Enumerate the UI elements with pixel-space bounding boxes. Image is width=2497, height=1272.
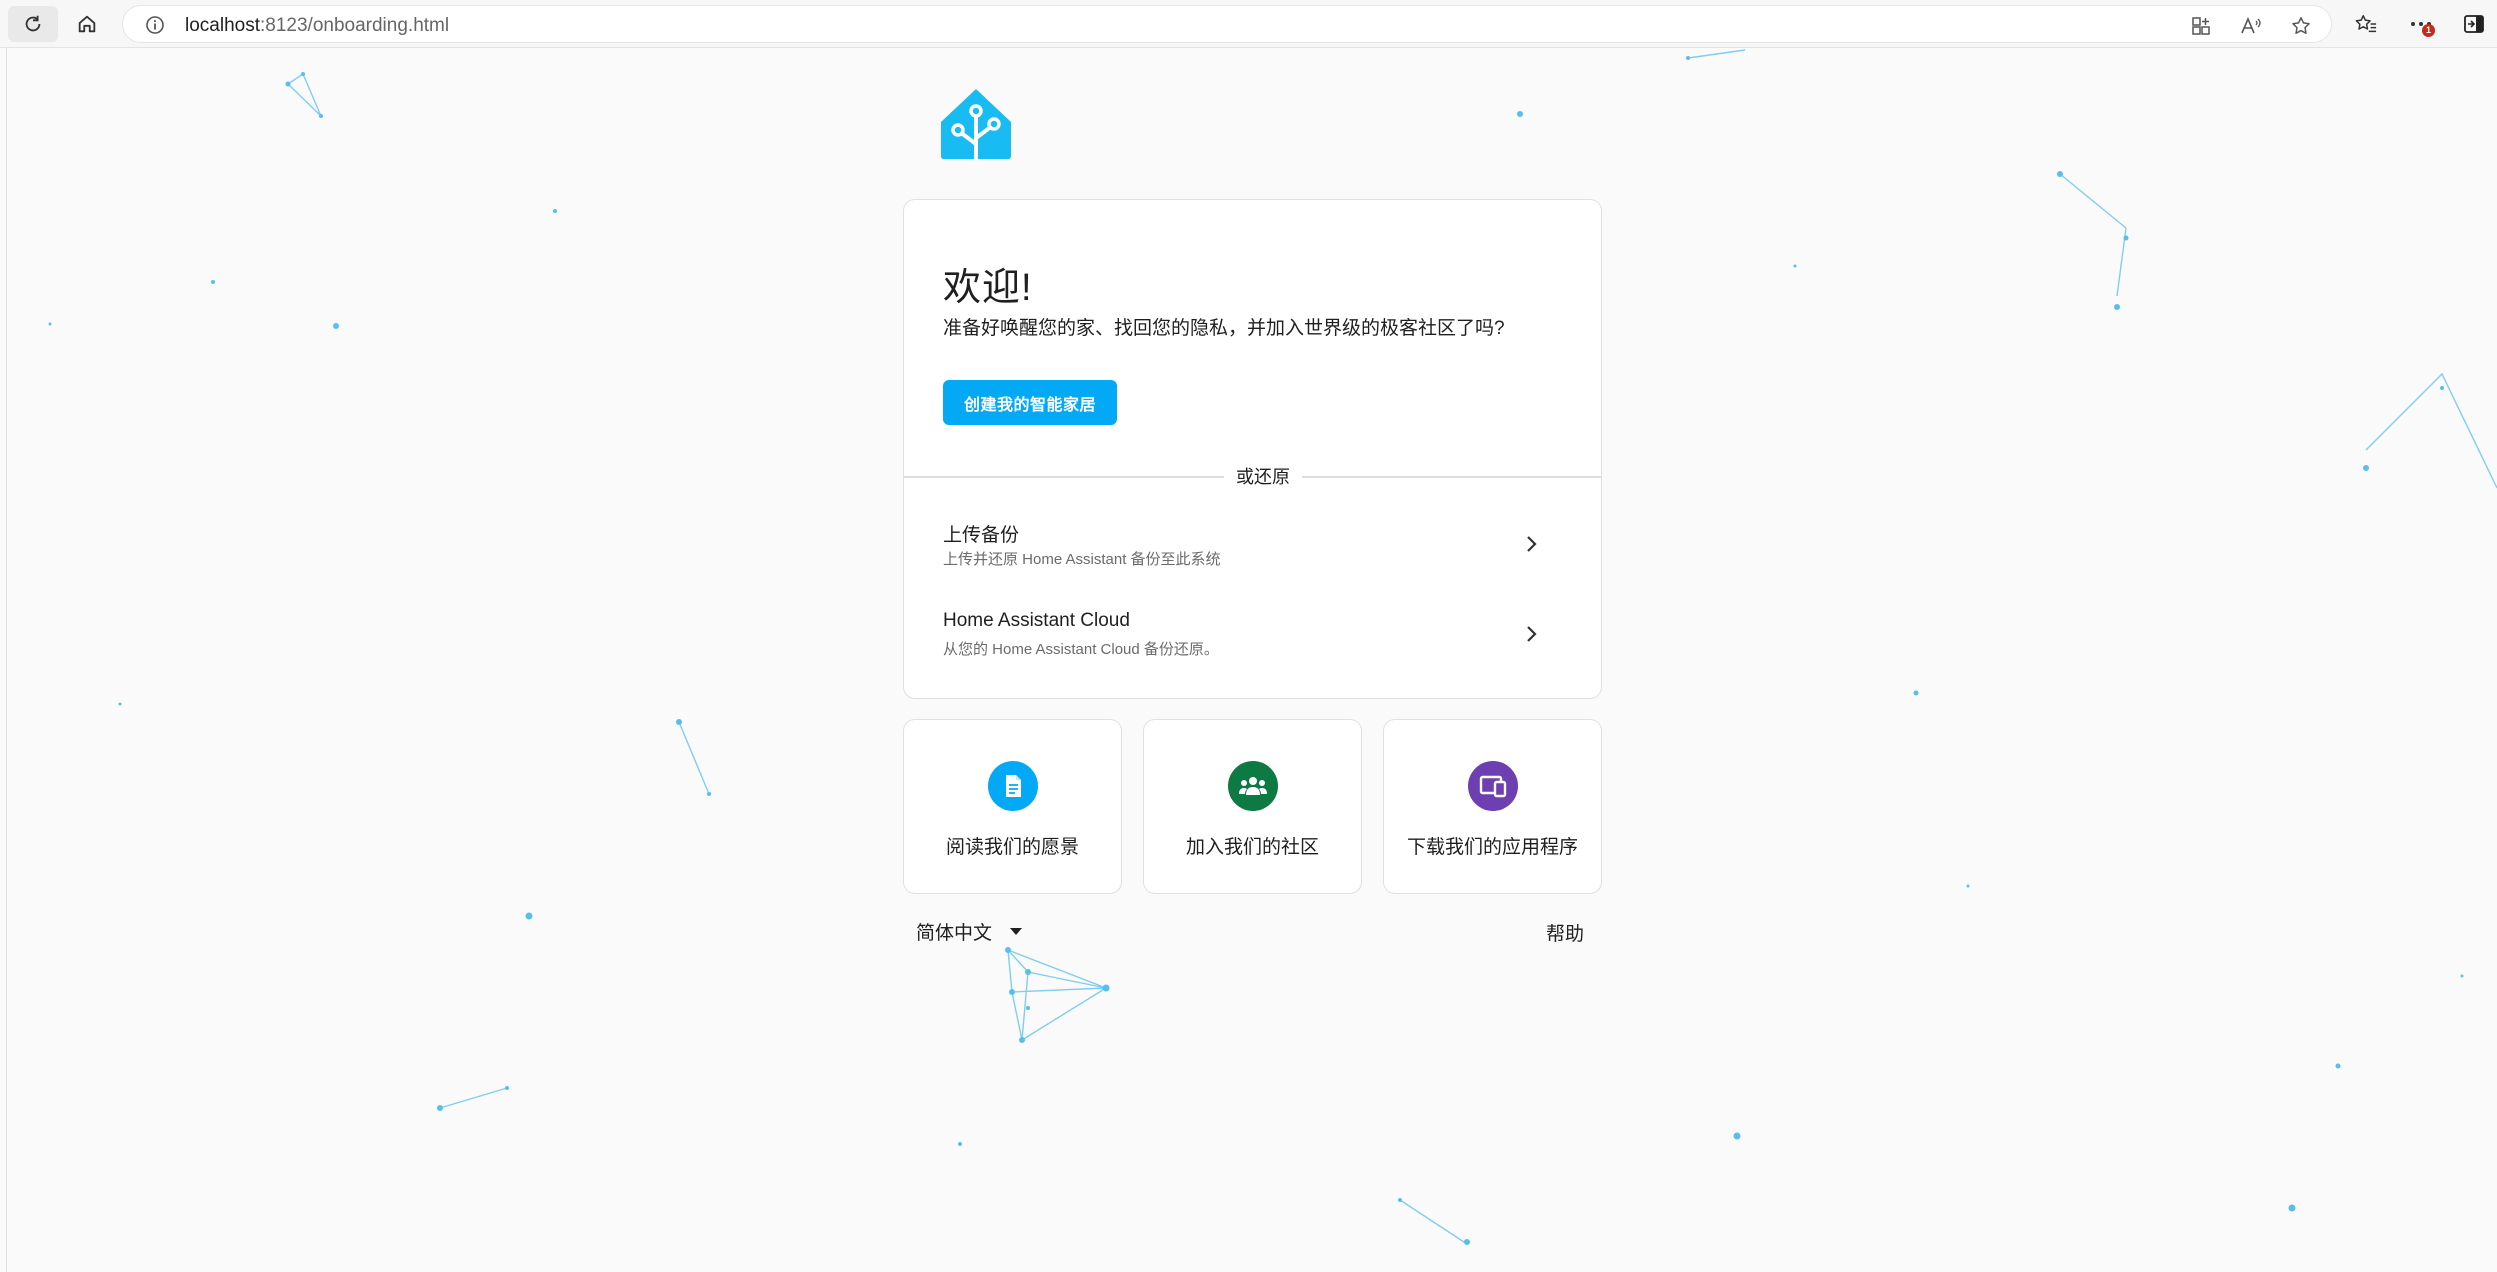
link-label: 下载我们的应用程序 [1406,837,1578,858]
restore-item-title: Home Assistant Cloud [943,610,1130,631]
community-link-card[interactable]: 加入我们的社区 [1143,719,1362,894]
welcome-card: 欢迎! 准备好唤醒您的家、找回您的隐私，并加入世界级的极客社区了吗? 创建我的智… [903,199,1602,699]
home-assistant-logo [938,86,1014,162]
notification-badge: 1 [2422,24,2435,37]
apps-icon[interactable] [2187,12,2215,40]
devices-icon [1468,761,1518,811]
welcome-description: 准备好唤醒您的家、找回您的隐私，并加入世界级的极客社区了吗? [943,318,1505,339]
divider-label: 或还原 [1224,463,1302,489]
browser-toolbar: localhost:8123/onboarding.html 1 [0,0,2497,48]
chevron-right-icon [1518,530,1546,558]
info-icon[interactable] [145,15,165,35]
home-icon [78,15,96,33]
restore-item-title: 上传备份 [943,525,1020,546]
more-icon[interactable]: 1 [2406,9,2436,39]
cloud-backup-item[interactable]: Home Assistant Cloud 从您的 Home Assistant … [904,606,1601,692]
url-path: :8123/onboarding.html [260,15,450,36]
language-select[interactable]: 简体中文 [916,916,1023,946]
favorites-icon[interactable] [2351,9,2381,39]
reload-icon [25,15,41,32]
help-link[interactable]: 帮助 [1546,919,1584,946]
caret-down-icon [1010,927,1023,935]
apps-link-card[interactable]: 下载我们的应用程序 [1383,719,1602,894]
chevron-right-icon [1518,620,1546,648]
favorite-star-icon[interactable] [2287,12,2315,40]
address-url[interactable]: localhost:8123/onboarding.html [185,15,449,37]
link-label: 加入我们的社区 [1185,837,1319,858]
restore-item-subtitle: 从您的 Home Assistant Cloud 备份还原。 [943,641,1219,658]
vision-link-card[interactable]: 阅读我们的愿景 [903,719,1122,894]
upload-backup-item[interactable]: 上传备份 上传并还原 Home Assistant 备份至此系统 [904,516,1601,602]
restore-item-subtitle: 上传并还原 Home Assistant 备份至此系统 [943,551,1221,568]
url-host: localhost [185,15,260,36]
home-button[interactable] [62,6,112,42]
link-label: 阅读我们的愿景 [945,837,1079,858]
sidebar-icon[interactable] [2459,9,2489,39]
language-label: 简体中文 [916,922,993,944]
document-icon [988,761,1038,811]
reload-button[interactable] [8,6,58,42]
community-icon [1228,761,1278,811]
address-bar[interactable]: localhost:8123/onboarding.html [122,5,2332,43]
create-smart-home-button[interactable]: 创建我的智能家居 [943,380,1117,425]
read-aloud-icon[interactable] [2237,12,2265,40]
welcome-title: 欢迎! [943,267,1033,309]
